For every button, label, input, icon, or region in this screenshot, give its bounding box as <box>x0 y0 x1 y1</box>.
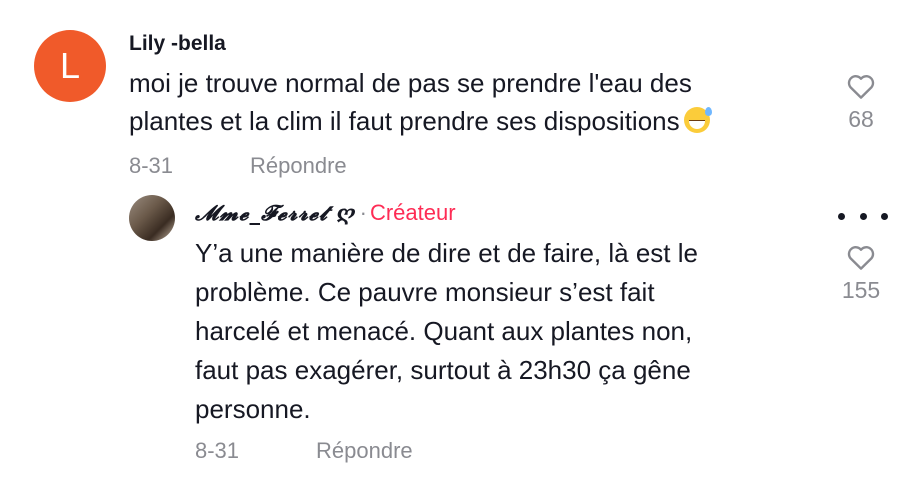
like-count: 155 <box>841 277 881 303</box>
comment-thread: L Lily -bella moi je trouve normal de pa… <box>0 0 918 482</box>
reply-like: 155 <box>831 243 891 304</box>
reply-text-line: Y’a une manière de dire et de faire, là … <box>195 238 698 268</box>
comment-text-line: moi je trouve normal de pas se prendre l… <box>129 68 692 98</box>
dot <box>838 212 845 220</box>
comment-like: 68 <box>831 72 891 133</box>
like-count: 68 <box>848 106 874 132</box>
reply-username[interactable]: 𝓜𝓶𝓮_𝓕𝓮𝓻𝓻𝓮𝓽 ღ <box>195 200 357 225</box>
dot <box>881 212 888 220</box>
reply-button[interactable]: Répondre <box>250 153 347 179</box>
creator-badge: Créateur <box>369 200 456 225</box>
reply-text: Y’a une manière de dire et de faire, là … <box>195 234 795 429</box>
heart-outline-icon[interactable] <box>831 72 891 100</box>
heart-outline-icon[interactable] <box>831 243 891 271</box>
reply-date: 8-31 <box>195 438 240 463</box>
grinning-face-with-sweat-emoji <box>683 107 712 133</box>
comment-date: 8-31 <box>129 153 174 178</box>
reply-text-line: personne. <box>195 394 311 424</box>
comment-username[interactable]: Lily -bella <box>129 32 226 56</box>
more-options-icon[interactable] <box>838 208 888 224</box>
comment-text: moi je trouve normal de pas se prendre l… <box>129 64 819 140</box>
avatar[interactable] <box>129 195 175 241</box>
reply-button[interactable]: Répondre <box>316 438 413 464</box>
reply-text-line: faut pas exagérer, surtout à 23h30 ça gê… <box>195 355 691 385</box>
comment-text-line-with-emoji: plantes et la clim il faut prendre ses d… <box>129 102 819 140</box>
reply-text-line: problème. Ce pauvre monsieur s’est fait <box>195 277 655 307</box>
dot <box>859 212 867 220</box>
separator-dot: · <box>359 200 367 225</box>
reply-text-line: harcelé et menacé. Quant aux plantes non… <box>195 316 693 346</box>
avatar[interactable]: L <box>34 30 106 102</box>
reply-author-line: 𝓜𝓶𝓮_𝓕𝓮𝓻𝓻𝓮𝓽 ღ · Créateur <box>195 200 456 226</box>
comment-text-line: plantes et la clim il faut prendre ses d… <box>129 106 680 136</box>
